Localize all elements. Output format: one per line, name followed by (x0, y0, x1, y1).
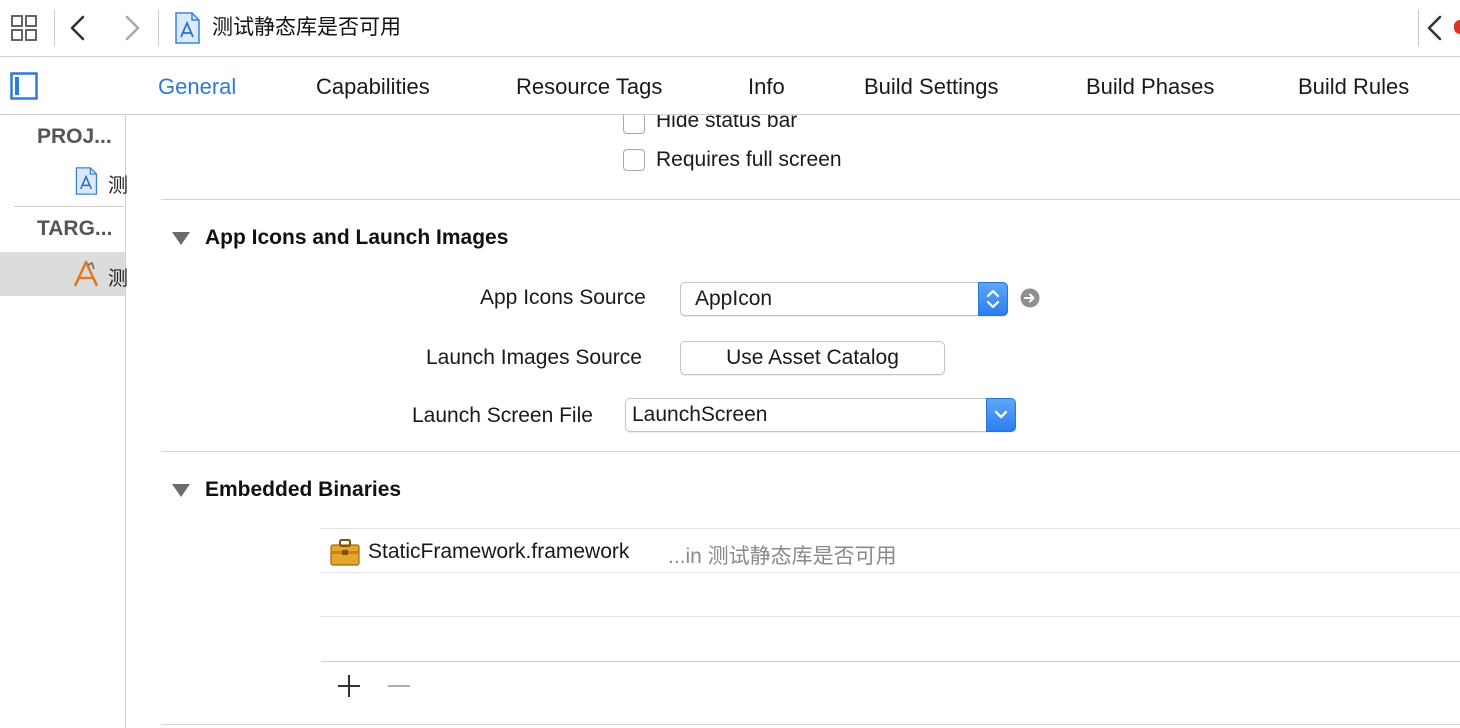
tab-build-phases[interactable]: Build Phases (1086, 73, 1214, 101)
section-divider (161, 451, 1460, 452)
section-divider (161, 724, 1460, 725)
remove-icon[interactable] (386, 673, 412, 699)
add-icon[interactable] (336, 673, 362, 699)
chevron-down-icon (986, 398, 1016, 432)
sidebar-item-label: 测 (108, 268, 128, 290)
embedded-binaries-section-title: Embedded Binaries (205, 478, 402, 501)
sidebar-targets-header: TARG... (37, 217, 113, 240)
chevron-left-icon[interactable] (1424, 12, 1446, 44)
go-to-arrow-icon[interactable] (1020, 288, 1040, 308)
related-items-grid-icon[interactable] (10, 14, 38, 42)
project-target-sidebar: PROJ... 测 TARG... 测 (0, 115, 128, 728)
app-icons-section-title: App Icons and Launch Images (205, 226, 509, 249)
general-settings-pane: Hide status bar Requires full screen App… (126, 115, 1460, 728)
toolbar-divider (158, 10, 159, 46)
framework-location: ...in 测试静态库是否可用 (668, 545, 897, 568)
tab-build-settings[interactable]: Build Settings (864, 73, 999, 101)
tab-capabilities[interactable]: Capabilities (316, 73, 430, 101)
sidebar-divider (14, 206, 124, 207)
framework-name: StaticFramework.framework (368, 540, 630, 563)
requires-full-screen-checkbox[interactable] (623, 149, 645, 171)
xcodeproj-file-icon (75, 167, 98, 195)
jump-bar: 测试静态库是否可用 (0, 0, 1460, 57)
sidebar-project-header: PROJ... (37, 125, 112, 148)
launch-images-source-label: Launch Images Source (426, 346, 642, 369)
disclosure-triangle-icon[interactable] (172, 484, 190, 497)
app-icons-source-label: App Icons Source (480, 286, 646, 309)
app-target-icon (73, 260, 99, 287)
use-asset-catalog-button[interactable]: Use Asset Catalog (680, 341, 945, 375)
up-down-stepper-icon (978, 282, 1008, 316)
chevron-right-icon[interactable] (120, 12, 144, 44)
disclosure-triangle-icon[interactable] (172, 232, 190, 245)
list-divider (321, 616, 1460, 617)
xcodeproj-file-icon (175, 12, 200, 44)
requires-full-screen-label: Requires full screen (656, 148, 842, 171)
tab-build-rules[interactable]: Build Rules (1298, 73, 1409, 101)
toolbar-divider (54, 10, 55, 46)
tab-info[interactable]: Info (748, 73, 785, 101)
issue-indicator-icon[interactable] (1454, 20, 1460, 34)
framework-toolbox-icon (330, 539, 360, 566)
sidebar-item-label: 测 (108, 175, 128, 197)
list-bottom-border (321, 661, 1460, 662)
launch-screen-file-combo[interactable]: LaunchScreen (625, 398, 1016, 432)
breadcrumb-title[interactable]: 测试静态库是否可用 (212, 14, 401, 42)
sidebar-item-target[interactable]: 测 (0, 252, 128, 296)
tab-general[interactable]: General (158, 73, 236, 101)
editor-tab-bar: General Capabilities Resource Tags Info … (0, 57, 1460, 115)
launch-screen-file-label: Launch Screen File (412, 404, 593, 427)
hide-status-bar-checkbox[interactable] (623, 115, 645, 134)
sidebar-item-project[interactable]: 测 (0, 159, 128, 203)
toolbar-divider (1418, 10, 1419, 46)
launch-screen-file-value: LaunchScreen (632, 403, 768, 426)
list-divider (321, 572, 1460, 573)
hide-status-bar-label: Hide status bar (656, 115, 798, 132)
sidebar-toggle-icon[interactable] (10, 72, 38, 100)
app-icons-source-popup[interactable]: AppIcon (680, 282, 1008, 316)
app-icons-source-value: AppIcon (695, 287, 773, 310)
section-divider (161, 199, 1460, 200)
chevron-left-icon[interactable] (66, 12, 90, 44)
tab-resource-tags[interactable]: Resource Tags (516, 73, 662, 101)
